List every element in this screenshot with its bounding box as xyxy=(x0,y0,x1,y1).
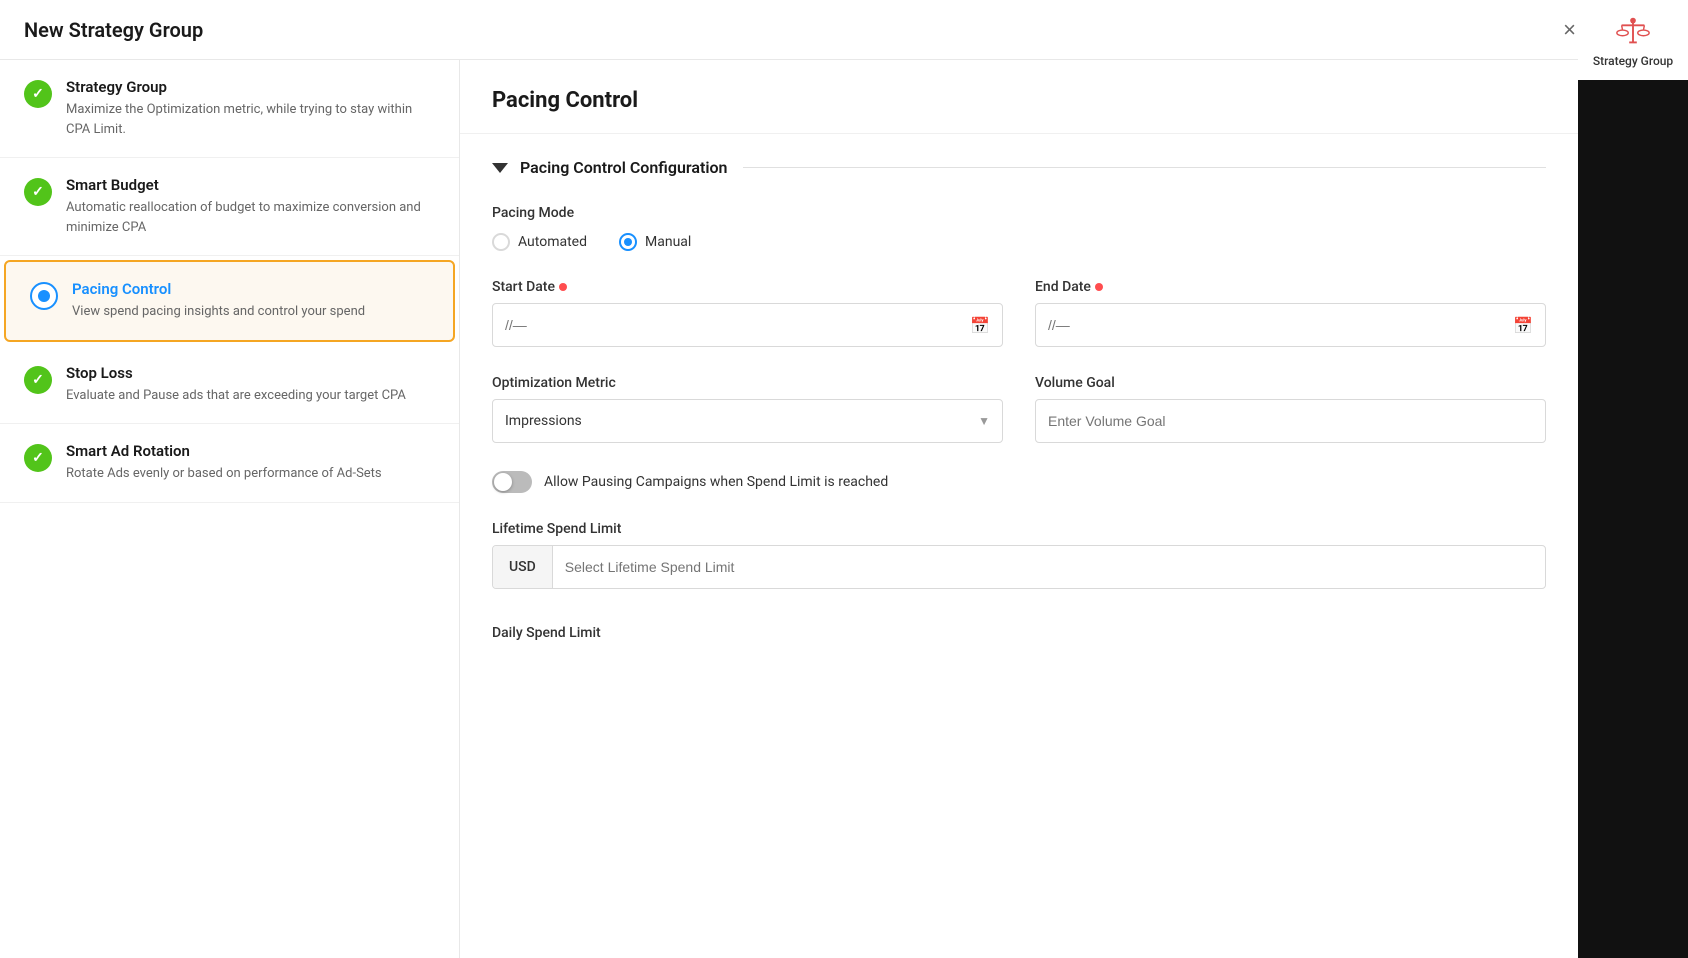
start-date-group: Start Date 📅 xyxy=(492,279,1003,347)
pacing-control-desc: View spend pacing insights and control y… xyxy=(72,302,365,322)
smart-ad-rotation-title: Smart Ad Rotation xyxy=(66,442,382,460)
optimization-metric-value: Impressions xyxy=(505,413,582,429)
optimization-metric-group: Optimization Metric Impressions ▼ xyxy=(492,375,1003,443)
volume-goal-input[interactable] xyxy=(1035,399,1546,443)
volume-goal-label: Volume Goal xyxy=(1035,375,1546,391)
radio-automated-outer xyxy=(492,233,510,251)
allow-pausing-row: Allow Pausing Campaigns when Spend Limit… xyxy=(492,471,1546,493)
pacing-mode-radio-group: Automated Manual xyxy=(492,233,1546,251)
metric-goal-row: Optimization Metric Impressions ▼ Volume… xyxy=(492,375,1546,443)
modal-header: New Strategy Group × Strategy Group xyxy=(0,0,1688,60)
sidebar-item-smart-ad-rotation[interactable]: ✓ Smart Ad Rotation Rotate Ads evenly or… xyxy=(0,424,459,503)
stop-loss-check-icon: ✓ xyxy=(24,366,52,394)
pacing-mode-section: Pacing Mode Automated Manual xyxy=(492,205,1546,251)
pacing-mode-label: Pacing Mode xyxy=(492,205,1546,221)
smart-budget-desc: Automatic reallocation of budget to maxi… xyxy=(66,198,435,237)
pacing-control-icon xyxy=(30,282,58,310)
lifetime-spend-limit-input[interactable]: USD xyxy=(492,545,1546,589)
start-date-input[interactable]: 📅 xyxy=(492,303,1003,347)
stop-loss-desc: Evaluate and Pause ads that are exceedin… xyxy=(66,386,406,406)
strategy-group-title: Strategy Group xyxy=(66,78,435,96)
black-panel xyxy=(1578,60,1688,958)
optimization-metric-select[interactable]: Impressions ▼ xyxy=(492,399,1003,443)
start-date-label: Start Date xyxy=(492,279,1003,295)
lifetime-spend-limit-group: Lifetime Spend Limit USD xyxy=(492,521,1546,589)
strategy-group-desc: Maximize the Optimization metric, while … xyxy=(66,100,435,139)
sidebar-item-stop-loss[interactable]: ✓ Stop Loss Evaluate and Pause ads that … xyxy=(0,346,459,425)
end-date-required xyxy=(1095,283,1103,291)
end-date-input[interactable]: 📅 xyxy=(1035,303,1546,347)
sidebar: ✓ Strategy Group Maximize the Optimizati… xyxy=(0,0,460,958)
pacing-control-title: Pacing Control xyxy=(72,280,365,298)
start-date-required xyxy=(559,283,567,291)
radio-manual-inner xyxy=(624,238,632,246)
section-divider xyxy=(743,167,1546,168)
collapse-icon[interactable] xyxy=(492,163,508,173)
toggle-knob xyxy=(494,473,512,491)
strategy-group-check-icon: ✓ xyxy=(24,80,52,108)
radio-manual-outer xyxy=(619,233,637,251)
daily-spend-limit-label: Daily Spend Limit xyxy=(492,617,1546,641)
allow-pausing-toggle[interactable] xyxy=(492,471,532,493)
end-date-group: End Date 📅 xyxy=(1035,279,1546,347)
optimization-metric-label: Optimization Metric xyxy=(492,375,1003,391)
main-content: Pacing Control Pacing Control Configurat… xyxy=(460,0,1688,958)
smart-budget-title: Smart Budget xyxy=(66,176,435,194)
radio-manual-label: Manual xyxy=(645,234,691,250)
allow-pausing-label: Allow Pausing Campaigns when Spend Limit… xyxy=(544,474,888,490)
config-section-header: Pacing Control Configuration xyxy=(492,158,1546,177)
strategy-group-label: Strategy Group xyxy=(1593,54,1673,68)
end-date-field[interactable] xyxy=(1048,317,1513,333)
strategy-group-icon-area: Strategy Group xyxy=(1578,0,1688,80)
config-section: Pacing Control Configuration Pacing Mode… xyxy=(460,134,1578,665)
radio-automated[interactable]: Automated xyxy=(492,233,587,251)
end-date-calendar-icon: 📅 xyxy=(1513,316,1533,335)
modal-title: New Strategy Group xyxy=(24,18,203,42)
smart-budget-check-icon: ✓ xyxy=(24,178,52,206)
balance-scale-icon xyxy=(1614,12,1652,50)
date-row: Start Date 📅 End Date 📅 xyxy=(492,279,1546,347)
volume-goal-field[interactable] xyxy=(1048,413,1533,429)
start-date-calendar-icon: 📅 xyxy=(970,316,990,335)
modal-container: New Strategy Group × Strategy Group ✓ xyxy=(0,0,1688,958)
sidebar-item-smart-budget[interactable]: ✓ Smart Budget Automatic reallocation of… xyxy=(0,158,459,256)
stop-loss-title: Stop Loss xyxy=(66,364,406,382)
lifetime-spend-limit-field[interactable] xyxy=(553,559,1545,575)
lifetime-spend-limit-label: Lifetime Spend Limit xyxy=(492,521,1546,537)
section-header: Pacing Control xyxy=(460,60,1578,134)
radio-automated-label: Automated xyxy=(518,234,587,250)
sidebar-item-strategy-group[interactable]: ✓ Strategy Group Maximize the Optimizati… xyxy=(0,60,459,158)
volume-goal-group: Volume Goal xyxy=(1035,375,1546,443)
currency-badge: USD xyxy=(493,546,553,588)
smart-ad-rotation-desc: Rotate Ads evenly or based on performanc… xyxy=(66,464,382,484)
daily-spend-limit-group: Daily Spend Limit xyxy=(492,617,1546,641)
section-title: Pacing Control xyxy=(492,88,1546,113)
sidebar-item-pacing-control[interactable]: Pacing Control View spend pacing insight… xyxy=(4,260,455,342)
smart-ad-rotation-check-icon: ✓ xyxy=(24,444,52,472)
start-date-field[interactable] xyxy=(505,317,970,333)
optimization-metric-arrow: ▼ xyxy=(978,414,990,428)
config-section-title: Pacing Control Configuration xyxy=(520,158,727,177)
radio-manual[interactable]: Manual xyxy=(619,233,691,251)
end-date-label: End Date xyxy=(1035,279,1546,295)
